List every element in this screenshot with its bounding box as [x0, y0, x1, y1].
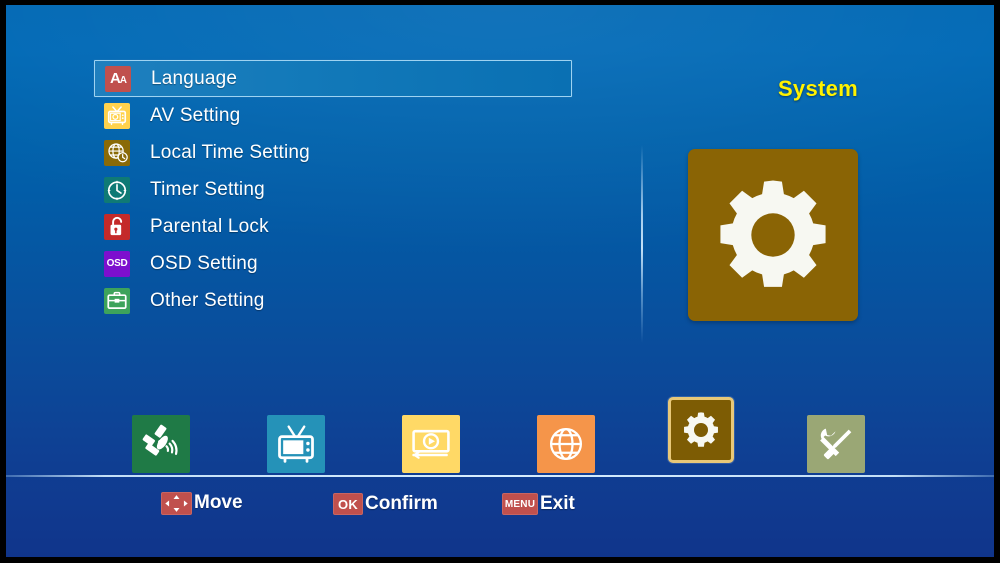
page-title: System [777, 76, 859, 101]
ok-key-chip: OK [333, 493, 363, 515]
television-icon [278, 425, 314, 463]
main-category-bar [6, 397, 994, 480]
system-menu-list: AA Language AV Setting Local Time Settin… [94, 60, 572, 319]
category-network[interactable] [537, 415, 595, 473]
menu-item-parental-lock[interactable]: Parental Lock [94, 208, 572, 245]
osd-text-icon: OSD [104, 250, 130, 277]
open-padlock-icon [104, 213, 130, 240]
hint-label: Confirm [365, 493, 438, 514]
category-channel[interactable] [267, 415, 325, 473]
hint-confirm: OK Confirm [333, 491, 438, 517]
category-media[interactable] [402, 415, 460, 473]
menu-item-av-setting[interactable]: AV Setting [94, 97, 572, 134]
category-system[interactable] [668, 397, 734, 463]
hint-label: Exit [540, 493, 575, 514]
vertical-divider [641, 145, 643, 343]
menu-item-label: Other Setting [150, 289, 265, 311]
nav-arrows-icon [161, 491, 192, 515]
menu-item-label: AV Setting [150, 104, 241, 126]
hint-exit: MENU Exit [502, 491, 575, 517]
menu-item-language[interactable]: AA Language [94, 60, 572, 97]
menu-item-label: OSD Setting [150, 252, 258, 274]
clock-icon [104, 176, 130, 203]
hint-move: Move [161, 490, 243, 516]
menu-item-osd-setting[interactable]: OSD OSD Setting [94, 245, 572, 282]
satellite-dish-icon [142, 424, 178, 456]
menu-item-label: Timer Setting [150, 178, 265, 200]
system-preview-panel: System [642, 60, 994, 321]
menu-item-label: Language [151, 67, 238, 89]
hint-label: Move [194, 492, 243, 513]
letters-aa-icon: AA [105, 65, 131, 92]
globe-icon [549, 427, 583, 461]
gear-icon [720, 180, 826, 287]
globe-clock-icon [104, 139, 130, 166]
menu-item-label: Local Time Setting [150, 141, 310, 163]
tools-icon [820, 428, 852, 460]
gear-icon [684, 412, 718, 447]
category-installation[interactable] [132, 415, 190, 473]
system-gear-tile [688, 149, 858, 321]
briefcase-icon [104, 287, 130, 314]
menu-item-other-setting[interactable]: Other Setting [94, 282, 572, 319]
menu-item-label: Parental Lock [150, 215, 269, 237]
tv-screen: AA Language AV Setting Local Time Settin… [0, 0, 1000, 563]
menu-key-chip: MENU [502, 493, 538, 515]
television-icon [104, 102, 130, 129]
category-tools[interactable] [807, 415, 865, 473]
media-player-icon [412, 429, 450, 459]
menu-item-timer-setting[interactable]: Timer Setting [94, 171, 572, 208]
footer-hints: Move OK Confirm MENU Exit [6, 485, 994, 535]
menu-item-local-time-setting[interactable]: Local Time Setting [94, 134, 572, 171]
osd-stage: AA Language AV Setting Local Time Settin… [6, 5, 994, 557]
